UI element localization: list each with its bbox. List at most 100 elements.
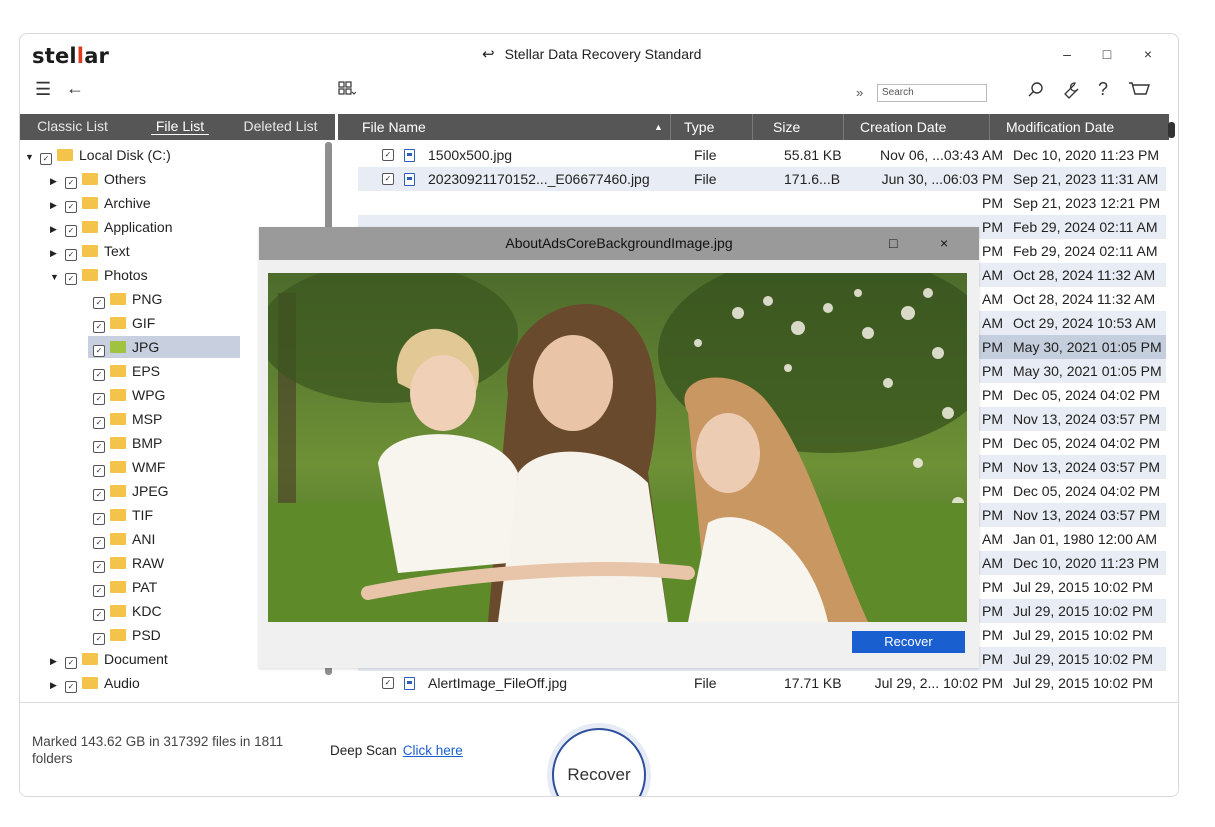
preview-image [268,273,967,622]
column-modification-date[interactable]: Modification Date [1006,114,1114,140]
tree-item-eps[interactable]: ✓ EPS [88,360,160,382]
tree-item-ani[interactable]: ✓ ANI [88,528,155,550]
file-grid-header: File Name ▲ Type Size Creation Date Modi… [338,114,1169,140]
checkbox[interactable]: ✓ [93,297,105,309]
table-row[interactable]: ✓ 1500x500.jpg File 55.81 KB Nov 06, ...03:4… [358,143,1166,167]
column-divider [752,114,753,140]
tree-item-tif[interactable]: ✓ TIF [88,504,153,526]
back-arrow-icon: ↩ [482,46,495,63]
sort-ascending-icon[interactable]: ▲ [654,114,663,140]
folder-icon [110,557,126,569]
recover-button[interactable]: Recover [552,728,646,796]
tree-item-text[interactable]: ▶ ✓ Text [50,240,130,262]
checkbox[interactable]: ✓ [65,177,77,189]
checkbox[interactable]: ✓ [93,465,105,477]
checkbox[interactable]: ✓ [65,201,77,213]
tree-item-audio[interactable]: ▶ ✓ Audio [50,672,140,694]
tree-item-application[interactable]: ▶ ✓ Application [50,216,173,238]
checkbox[interactable]: ✓ [93,489,105,501]
close-button[interactable]: × [1138,46,1158,62]
checkbox[interactable]: ✓ [93,417,105,429]
tree-item-wpg[interactable]: ✓ WPG [88,384,165,406]
checkbox[interactable]: ✓ [93,633,105,645]
grid-view-icon [338,81,357,95]
checkbox[interactable]: ✓ [93,537,105,549]
creation-date-cell: Jul 29, 2... 10:02 PM [874,675,1003,691]
checkbox[interactable]: ✓ [93,441,105,453]
maximize-button[interactable]: □ [1097,46,1117,62]
wrench-icon[interactable] [1063,81,1081,104]
hamburger-menu-icon[interactable]: ☰ [35,79,51,100]
tree-item-archive[interactable]: ▶ ✓ Archive [50,192,151,214]
checkbox[interactable]: ✓ [65,273,77,285]
collapse-arrow-icon[interactable]: ▼ [50,266,60,288]
grid-scrollbar[interactable] [1168,122,1175,138]
checkbox[interactable]: ✓ [93,345,105,357]
checkbox[interactable]: ✓ [65,225,77,237]
tab-deleted-list[interactable]: Deleted List [228,114,333,140]
checkbox[interactable]: ✓ [65,657,77,669]
expand-arrow-icon[interactable]: ▶ [50,242,60,264]
expand-arrow-icon[interactable]: ▶ [50,650,60,672]
checkbox[interactable]: ✓ [382,677,394,689]
table-row[interactable]: ✓ 20230921170152..._E06677460.jpg File 171.… [358,167,1166,191]
tree-item-pat[interactable]: ✓ PAT [88,576,157,598]
checkbox[interactable]: ✓ [93,609,105,621]
checkbox[interactable]: ✓ [93,393,105,405]
checkbox[interactable]: ✓ [93,513,105,525]
tree-item-others[interactable]: ▶ ✓ Others [50,168,146,190]
checkbox[interactable]: ✓ [40,153,52,165]
tree-item-document[interactable]: ▶ ✓ Document [50,648,168,670]
column-creation-date[interactable]: Creation Date [860,114,946,140]
expand-arrow-icon[interactable]: ▶ [50,674,60,696]
expand-icon[interactable]: » [856,85,863,100]
checkbox[interactable]: ✓ [382,173,394,185]
checkbox[interactable]: ✓ [382,149,394,161]
tree-item-png[interactable]: ✓ PNG [88,288,162,310]
tree-item-bmp[interactable]: ✓ BMP [88,432,162,454]
tree-item-kdc[interactable]: ✓ KDC [88,600,162,622]
table-row[interactable]: PM Sep 21, 2023 12:21 PM [358,191,1166,215]
tree-item-wmf[interactable]: ✓ WMF [88,456,165,478]
preview-recover-button[interactable]: Recover [852,631,965,653]
column-file-name[interactable]: File Name [362,114,426,140]
collapse-arrow-icon[interactable]: ▼ [25,146,35,168]
tab-classic-list[interactable]: Classic List [20,114,125,140]
tree-item-gif[interactable]: ✓ GIF [88,312,155,334]
modification-date-cell: Dec 05, 2024 04:02 PM [1013,435,1161,451]
preview-close-button[interactable]: × [940,235,948,251]
back-arrow-icon[interactable]: ← [66,78,84,99]
preview-maximize-button[interactable]: □ [889,235,897,251]
modification-date-cell: Nov 13, 2024 03:57 PM [1013,507,1161,523]
tree-item-raw[interactable]: ✓ RAW [88,552,164,574]
minimize-button[interactable]: – [1057,46,1077,62]
footer-bar: Marked 143.62 GB in 317392 files in 1811… [20,702,1178,796]
column-type[interactable]: Type [684,114,714,140]
search-input[interactable]: Search [877,84,987,102]
modification-date-cell: Dec 05, 2024 04:02 PM [1013,483,1161,499]
expand-arrow-icon[interactable]: ▶ [50,218,60,240]
checkbox[interactable]: ✓ [65,249,77,261]
help-icon[interactable]: ? [1098,79,1108,100]
expand-arrow-icon[interactable]: ▶ [50,170,60,192]
checkbox[interactable]: ✓ [65,681,77,693]
cart-icon[interactable] [1128,81,1150,104]
checkbox[interactable]: ✓ [93,369,105,381]
checkbox[interactable]: ✓ [93,585,105,597]
tree-item-msp[interactable]: ✓ MSP [88,408,162,430]
tree-item-photos[interactable]: ▼ ✓ Photos [50,264,148,286]
search-icon[interactable] [1028,82,1044,102]
column-size[interactable]: Size [773,114,800,140]
expand-arrow-icon[interactable]: ▶ [50,194,60,216]
view-grid-icon[interactable] [338,81,357,100]
modification-date-cell: Dec 05, 2024 04:02 PM [1013,387,1161,403]
tree-item-local-disk[interactable]: ▼ ✓ Local Disk (C:) [25,144,171,166]
checkbox[interactable]: ✓ [93,561,105,573]
tree-item-psd[interactable]: ✓ PSD [88,624,161,646]
deep-scan-link[interactable]: Click here [403,743,463,758]
tree-item-jpeg[interactable]: ✓ JPEG [88,480,169,502]
checkbox[interactable]: ✓ [93,321,105,333]
tab-file-list[interactable]: File List [135,114,225,140]
table-row[interactable]: ✓ AlertImage_FileOff.jpg File 17.71 KB Jul 2… [358,671,1166,695]
tree-item-jpg[interactable]: ✓ JPG [88,336,240,358]
